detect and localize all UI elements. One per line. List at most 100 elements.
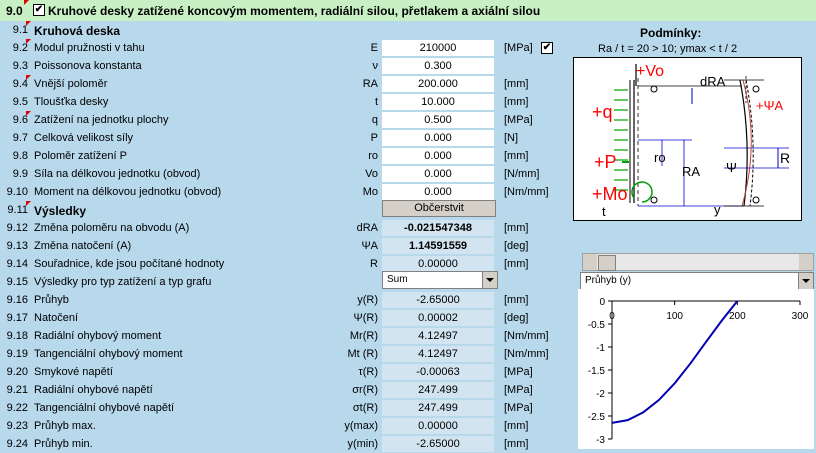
y-tick-label: 0 <box>599 297 605 308</box>
table-row: 9.22 Tangenciální ohybové napětí σt(R) 247.… <box>0 399 560 417</box>
row-number: 9.9 <box>12 168 28 180</box>
row-unit: [mm] <box>504 420 529 432</box>
row-value[interactable]: 0.500 <box>382 112 494 128</box>
x-tick-label: 200 <box>729 311 746 322</box>
row-value[interactable]: 0.300 <box>382 58 494 74</box>
comment-marker-icon <box>26 201 31 206</box>
table-row: 9.16 Průhyb y(R) -2.65000 [mm] <box>0 291 560 309</box>
row-value[interactable]: 200.000 <box>382 76 494 92</box>
row-value: 247.499 <box>382 382 494 398</box>
row-label: Vnější poloměr <box>34 78 108 90</box>
row-number: 9.1 <box>12 24 28 36</box>
row-label: Celková velikost síly <box>34 132 134 144</box>
conditions-text: Ra / t = 20 > 10; ymax < t / 2 <box>598 43 738 55</box>
row-number: 9.14 <box>6 258 28 270</box>
row-number: 9.22 <box>6 402 28 414</box>
label-psi: Ψ <box>726 160 737 175</box>
row-label: Moment na délkovou jednotku (obvod) <box>34 186 222 198</box>
row-symbol: RA <box>362 78 378 90</box>
row-symbol: σr(R) <box>352 384 378 396</box>
row-symbol: y(max) <box>344 420 378 432</box>
row-value[interactable]: 0.000 <box>382 130 494 146</box>
row-unit: [MPa] <box>504 402 533 414</box>
row-symbol: Vo <box>365 168 378 180</box>
graph-type-value: Průhyb (y) <box>585 275 632 286</box>
chevron-down-icon[interactable] <box>798 273 813 289</box>
row-unit: [deg] <box>504 312 529 324</box>
label-mo: +Mo <box>592 184 628 204</box>
row-value: 1.14591559 <box>382 238 494 254</box>
section-number: 9.0 <box>6 4 23 18</box>
row-number: 9.7 <box>12 132 28 144</box>
table-row: 9.21 Radiální ohybové napětí σr(R) 247.499 [… <box>0 381 560 399</box>
load-type-select[interactable]: Sum <box>382 271 498 289</box>
y-tick-label: -3 <box>596 435 605 446</box>
table-row: 9.4 Vnější poloměr RA 200.000 [mm] <box>0 75 560 93</box>
comment-marker-icon <box>26 21 31 26</box>
label-y: y <box>714 202 721 217</box>
row-unit: [mm] <box>504 258 529 270</box>
row-label: Kruhová deska <box>34 24 121 38</box>
row-value[interactable]: 0.00000 <box>382 256 494 272</box>
chart-svg: 0-0.5-1-1.5-2-2.5-30 100 200 300 <box>588 297 809 446</box>
row-number: 9.20 <box>6 366 28 378</box>
row-label: Radiální ohybové napětí <box>34 384 153 396</box>
graph-type-select[interactable]: Průhyb (y) <box>580 272 814 290</box>
row-symbol: Mo <box>362 186 378 198</box>
refresh-button[interactable]: Občerstvit <box>382 200 496 217</box>
row-symbol: Ψ(R) <box>353 312 378 324</box>
scroll-left-icon[interactable] <box>583 254 597 270</box>
row-label: Změna poloměru na obvodu (A) <box>34 222 190 234</box>
label-p: +P <box>594 152 617 172</box>
comment-marker-icon <box>26 39 31 44</box>
deflection-chart: 0 -0.5 -1 -1.5 -2 -2.5 -3 0 100 200 300 <box>578 289 814 449</box>
comment-marker-icon <box>26 111 31 116</box>
label-psia: +ΨA <box>756 98 784 113</box>
row-symbol: t <box>374 96 378 108</box>
chevron-down-icon[interactable] <box>482 272 497 288</box>
load-type-value: Sum <box>387 274 408 285</box>
row-value[interactable]: 0.000 <box>382 166 494 182</box>
comment-marker-icon <box>26 75 31 80</box>
row-symbol: P <box>370 132 378 144</box>
modulus-checkbox[interactable]: ✔ <box>541 42 553 54</box>
row-unit: [deg] <box>504 240 529 252</box>
table-row: 9.8 Poloměr zatížení P ro 0.000 [mm] <box>0 147 560 165</box>
row-label: Průhyb <box>34 294 69 306</box>
row-label: Poloměr zatížení P <box>34 150 127 162</box>
row-label: Síla na délkovou jednotku (obvod) <box>34 168 201 180</box>
horizontal-scrollbar[interactable] <box>582 253 814 271</box>
scroll-right-icon[interactable] <box>799 254 813 270</box>
row-unit: [N/mm] <box>504 168 540 180</box>
row-value: -0.00063 <box>382 364 494 380</box>
row-number: 9.23 <box>6 420 28 432</box>
row-label: Radiální ohybový moment <box>34 330 162 342</box>
table-row: 9.13 Změna natočení (A) ΨA 1.14591559 [deg] <box>0 237 560 255</box>
row-label: Tloušťka desky <box>34 96 109 108</box>
row-number: 9.4 <box>12 78 28 90</box>
section-checkbox[interactable]: ✔ <box>33 4 45 16</box>
scrollbar-thumb[interactable] <box>598 255 616 271</box>
x-tick-label: 100 <box>666 311 683 322</box>
table-row: 9.5 Tloušťka desky t 10.000 [mm] <box>0 93 560 111</box>
conditions-title: Podmínky: <box>640 26 702 40</box>
row-label: Změna natočení (A) <box>34 240 132 252</box>
row-unit: [Nm/mm] <box>504 348 549 360</box>
row-label: Tangenciální ohybové napětí <box>34 402 175 414</box>
row-value[interactable]: 210000 <box>382 40 494 56</box>
label-t: t <box>602 204 606 219</box>
row-number: 9.17 <box>6 312 28 324</box>
y-tick-label: -2 <box>596 389 605 400</box>
plate-diagram: +Vo +q +P +Mo dRA +ΨA ro RA R Ψ t y <box>573 57 802 221</box>
row-label: Zatížení na jednotku plochy <box>34 114 169 126</box>
row-symbol: E <box>370 42 378 54</box>
row-value[interactable]: 0.000 <box>382 148 494 164</box>
row-number: 9.13 <box>6 240 28 252</box>
y-tick-label: -0.5 <box>588 320 606 331</box>
row-symbol: τ(R) <box>358 366 378 378</box>
table-row: 9.9 Síla na délkovou jednotku (obvod) Vo 0.… <box>0 165 560 183</box>
row-value[interactable]: 0.000 <box>382 184 494 200</box>
row-number: 9.16 <box>6 294 28 306</box>
row-value[interactable]: 10.000 <box>382 94 494 110</box>
table-row: 9.23 Průhyb max. y(max) 0.00000 [mm] <box>0 417 560 435</box>
